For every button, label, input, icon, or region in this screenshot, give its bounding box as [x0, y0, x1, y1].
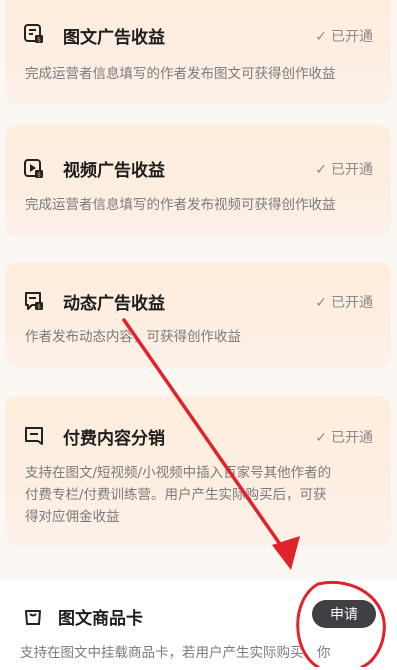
- card-video-ad: $ 视频广告收益 ✓ 已开通 完成运营者信息填写的作者发布视频可获得创作收益: [5, 125, 391, 237]
- svg-text:$: $: [37, 37, 41, 44]
- dynamic-ad-icon: $: [23, 290, 45, 312]
- paid-content-icon: [23, 425, 45, 447]
- card-description-line-3: 得对应佣金收益: [25, 509, 120, 525]
- card-title: 付费内容分销: [63, 429, 165, 449]
- svg-text:$: $: [37, 172, 41, 179]
- card-title: 图文商品卡: [58, 609, 143, 629]
- card-description: 完成运营者信息填写的作者发布图文可获得创作收益: [25, 66, 336, 82]
- video-ad-icon: $: [23, 158, 45, 180]
- apply-button[interactable]: 申请: [312, 600, 376, 628]
- card-description: 完成运营者信息填写的作者发布视频可获得创作收益: [25, 197, 336, 213]
- status-badge: ✓ 已开通: [315, 430, 373, 446]
- check-icon: ✓: [315, 29, 327, 45]
- card-title: 视频广告收益: [63, 161, 165, 181]
- check-icon: ✓: [315, 162, 327, 178]
- shopping-bag-icon: [22, 605, 44, 627]
- card-dynamic-ad: $ 动态广告收益 ✓ 已开通 作者发布动态内容，可获得创作收益: [5, 262, 391, 368]
- check-icon: ✓: [315, 430, 327, 446]
- status-badge: ✓ 已开通: [315, 295, 373, 311]
- card-paid-content: 付费内容分销 ✓ 已开通 支持在图文/短视频/小视频中插入百家号其他作者的 付费专…: [5, 396, 391, 546]
- card-description: 作者发布动态内容，可获得创作收益: [25, 329, 241, 345]
- card-title: 图文广告收益: [63, 28, 165, 48]
- card-description-line-1: 支持在图文/短视频/小视频中插入百家号其他作者的: [25, 465, 332, 481]
- check-icon: ✓: [315, 295, 327, 311]
- card-description-line-2: 付费专栏/付费训练营。用户产生实际购买后，可获: [25, 487, 327, 503]
- card-article-ad: $ 图文广告收益 ✓ 已开通 完成运营者信息填写的作者发布图文可获得创作收益: [5, 0, 391, 105]
- card-title: 动态广告收益: [63, 294, 165, 314]
- svg-text:$: $: [37, 304, 41, 311]
- article-ad-icon: $: [23, 23, 45, 45]
- status-badge: ✓ 已开通: [315, 162, 373, 178]
- card-description: 支持在图文中挂载商品卡，若用户产生实际购买，你: [20, 645, 331, 661]
- status-badge: ✓ 已开通: [315, 29, 373, 45]
